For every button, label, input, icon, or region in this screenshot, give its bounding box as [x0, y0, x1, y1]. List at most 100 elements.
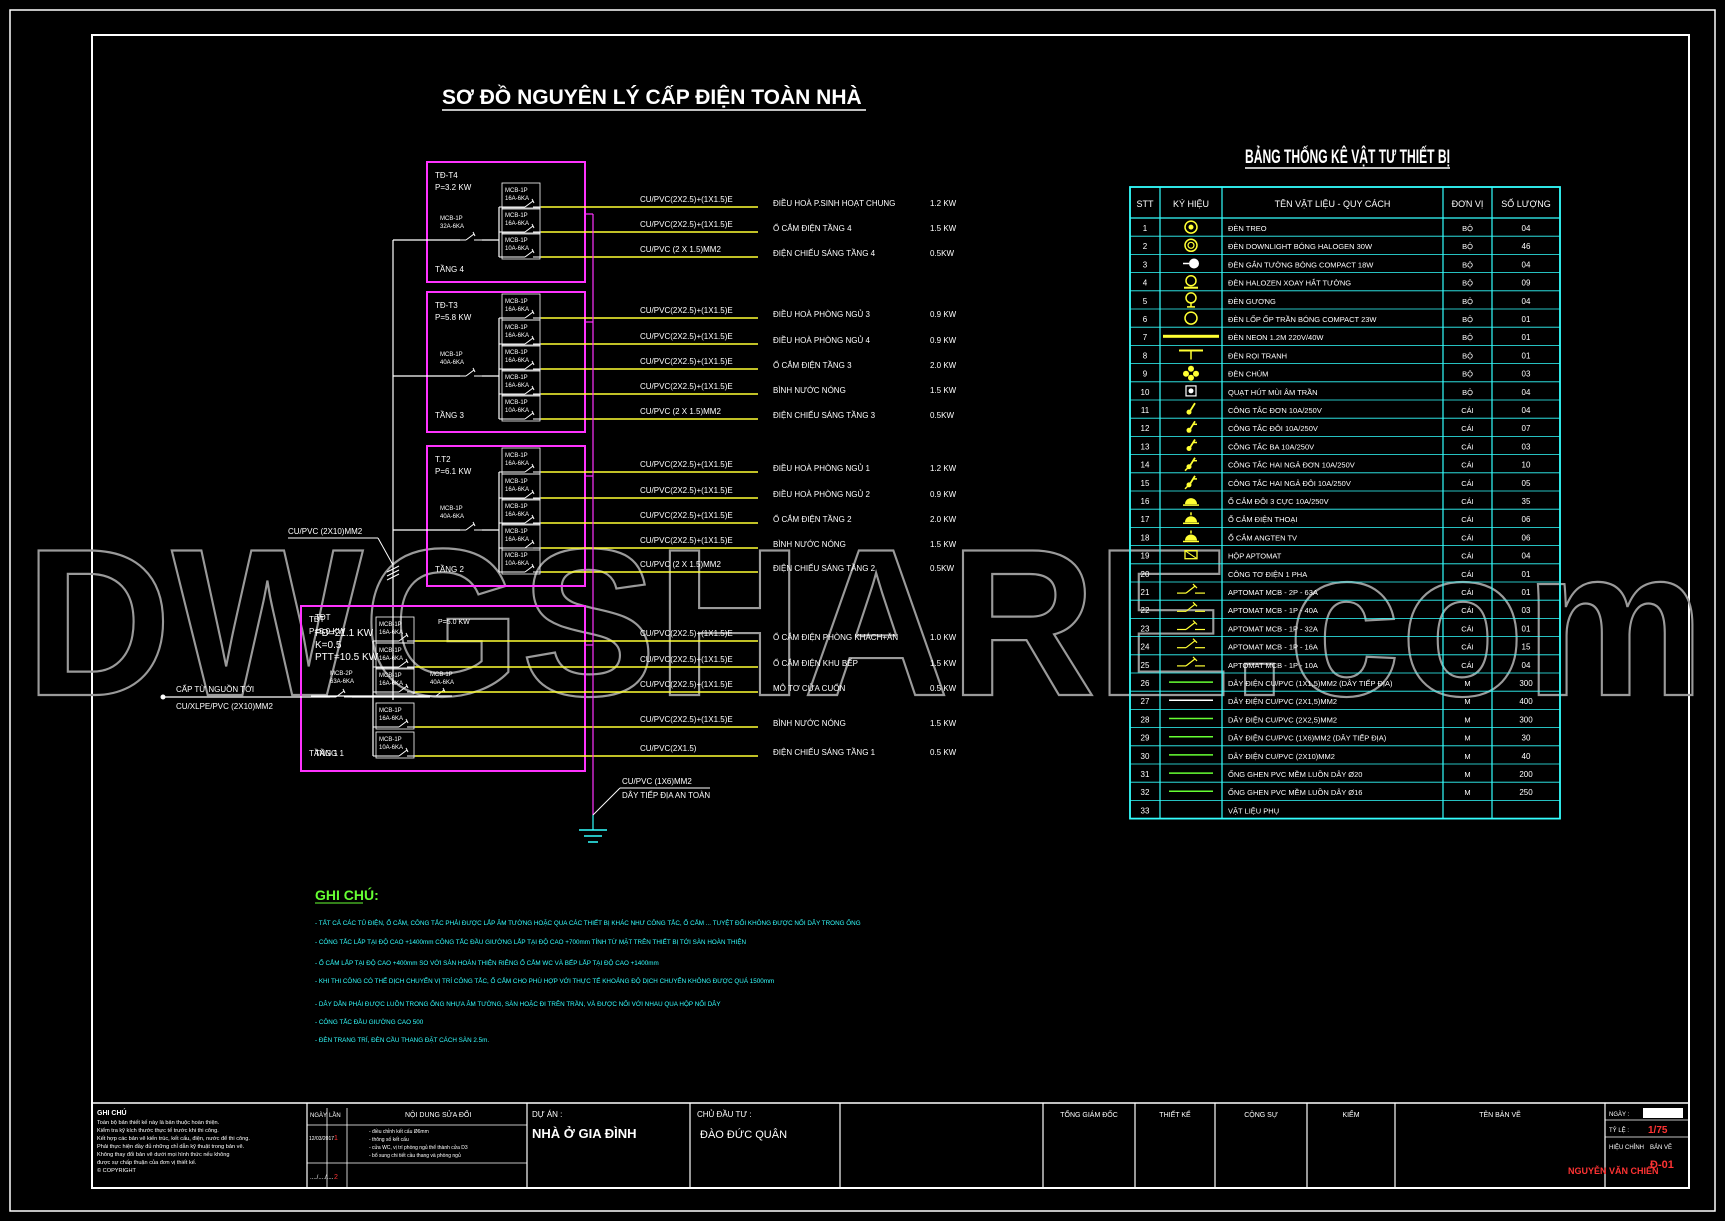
exhaust-fan-icon	[1185, 385, 1197, 397]
mcb-type: MCB-1P	[505, 529, 528, 535]
circuit-power: 1.5 KW	[930, 659, 957, 668]
icon-part	[1189, 475, 1196, 485]
circuit-load: BÌNH NƯỚC NÓNG	[773, 386, 846, 395]
mcb-type: MCB-1P	[505, 553, 528, 559]
mcb-type: MCB-1P	[505, 375, 528, 381]
bom-name: ĐÈN GƯƠNG	[1228, 297, 1276, 306]
tb-note-title: GHI CHÚ	[97, 1108, 127, 1117]
bom-unit: BỘ	[1462, 315, 1473, 324]
bom-qty: 03	[1522, 606, 1531, 615]
main-mcb-type: MCB-1P	[440, 352, 463, 358]
bom-stt: 7	[1143, 333, 1148, 342]
icon-part	[1163, 334, 1219, 338]
bom-name: CÔNG TẮC BA 10A/250V	[1228, 442, 1314, 451]
bom-name: DÂY ĐIỆN CU/PVC (1X1,5)MM2 (DÂY TIẾP ĐỊA…	[1228, 678, 1393, 688]
tb-note-line: Kết hợp các bản vẽ kiến trúc, kết cấu, đ…	[97, 1135, 250, 1142]
wall-lamp-icon	[1183, 258, 1199, 269]
bom-qty: 200	[1519, 770, 1533, 779]
bom-name: APTOMAT MCB - 1P - 10A	[1228, 661, 1318, 670]
circuit-power: 1.5 KW	[930, 719, 957, 728]
mirror-lamp-icon	[1185, 292, 1197, 308]
note-item: - CÔNG TẮC ĐẦU GIƯỜNG CAO 500	[315, 1016, 424, 1026]
circuit-load: ĐIỆN CHIẾU SÁNG TẦNG 4	[773, 248, 876, 258]
icon-part	[1189, 258, 1199, 269]
mcb-rating: 10A-6KA	[505, 561, 529, 567]
mcb-type: MCB-1P	[505, 453, 528, 459]
tb-rev-date-header: NGÀY	[310, 1112, 327, 1119]
icon-part	[1189, 439, 1196, 448]
bom-stt: 6	[1143, 315, 1148, 324]
circuit-load: ĐIỀU HOÀ PHÒNG NGỦ 1	[773, 463, 870, 473]
note-item: - DÂY DẪN PHẢI ĐƯỢC LUỒN TRONG ỐNG NHỰA …	[315, 998, 721, 1008]
icon-part	[1188, 224, 1194, 230]
mcb-rating: 16A-6KA	[379, 630, 403, 636]
bom-name: APTOMAT MCB - 2P - 63A	[1228, 588, 1318, 597]
tb-scale-value: 1/75	[1648, 1125, 1668, 1136]
total-mcb-type: MCB-2P	[330, 671, 353, 677]
tb-rev1-no: 1	[334, 1135, 338, 1142]
circuit-load: ĐIỆN CHIẾU SÁNG TẦNG 3	[773, 410, 876, 420]
bom-name: DÂY ĐIỆN CU/PVC (2X2,5)MM2	[1228, 715, 1337, 724]
bom-name: CÔNG TẮC HAI NGẢ ĐƠN 10A/250V	[1228, 461, 1355, 470]
icon-part	[1188, 388, 1194, 394]
circuit-load: Ổ CẮM ĐIỆN TẦNG 3	[773, 360, 852, 370]
circuit-cable: CU/PVC(2X2.5)+(1X1.5)E	[640, 306, 733, 315]
bom-stt: 26	[1141, 679, 1150, 688]
bom-stt: 14	[1141, 461, 1150, 470]
notes-section: GHI CHÚ: - TẤT CẢ CÁC TỦ ĐIỆN, Ổ CẮM, CÔ…	[315, 886, 861, 1044]
mcb-type: MCB-1P	[379, 673, 402, 679]
bom-unit: CÁI	[1461, 606, 1474, 615]
electrical-schematic-drawing: DWGSHARE.com SƠ ĐỒ NGUYÊN LÝ CẤP ĐIỆN TO…	[9, 9, 1716, 1212]
mcb-type: MCB-1P	[505, 400, 528, 406]
tb-rev-content-header: NỘI DUNG SỬA ĐỔI	[405, 1110, 471, 1119]
main-mcb-type: MCB-1P	[440, 216, 463, 222]
bom-unit: CÁI	[1461, 461, 1474, 470]
bom-unit: M	[1464, 697, 1470, 706]
bom-qty: 10	[1522, 461, 1531, 470]
tb-rev-no-header: LẦN	[329, 1112, 341, 1119]
circuit-power: 1.2 KW	[930, 464, 957, 473]
mcb-rating: 16A-6KA	[505, 358, 529, 364]
source-label: CẤP TỪ NGUỒN TỚI	[176, 684, 254, 694]
bom-unit: BỘ	[1462, 279, 1473, 288]
circuit-power: 0.5KW	[930, 249, 954, 258]
bom-qty: 07	[1522, 424, 1531, 433]
icon-part	[1185, 498, 1197, 505]
bom-unit: CÁI	[1461, 442, 1474, 451]
tb-note-line: Phải thực hiện đầy đủ những chỉ dẫn kỹ t…	[97, 1143, 245, 1150]
bom-stt: 8	[1143, 351, 1148, 360]
bom-stt: 9	[1143, 370, 1148, 379]
circuit-cable: CU/PVC(2X2.5)+(1X1.5)E	[640, 511, 733, 520]
bom-stt: 11	[1141, 406, 1150, 415]
icon-part	[1184, 485, 1189, 490]
bom-unit: CÁI	[1461, 406, 1474, 415]
icon-part	[1185, 274, 1197, 287]
mcb-rating: 16A-6KA	[505, 512, 529, 518]
bom-unit: CÁI	[1461, 515, 1474, 524]
tb-sign-assist: CỘNG SỰ	[1244, 1110, 1278, 1119]
tb-rev2-no: 2	[334, 1174, 338, 1181]
bom-qty: 300	[1519, 715, 1533, 724]
bom-name: Ổ CẮM ANGTEN TV	[1228, 533, 1297, 542]
bom-unit: M	[1464, 788, 1470, 797]
bom-stt: 22	[1141, 606, 1150, 615]
circuit-load: ĐIỀU HOÀ PHÒNG NGỦ 3	[773, 309, 870, 319]
main-mcb-rating: 40A-6KA	[440, 514, 464, 520]
bom-qty: 40	[1522, 752, 1531, 761]
bom-name: ĐÈN NEON 1.2M 220V/40W	[1228, 333, 1324, 342]
note-item: - Ổ CẮM LẮP TẠI ĐỘ CAO +400mm SO VỚI SÀN…	[315, 957, 659, 967]
bom-qty: 15	[1522, 643, 1531, 652]
bom-name: VẬT LIỆU PHỤ	[1228, 806, 1279, 815]
mcb-type: MCB-1P	[379, 737, 402, 743]
bom-stt: 24	[1141, 643, 1150, 652]
bom-stt: 3	[1143, 260, 1148, 269]
circuit-power: 1.0 KW	[930, 633, 957, 642]
bom-stt: 25	[1141, 661, 1150, 670]
circuit-power: 1.5 KW	[930, 224, 957, 233]
bom-unit: BỘ	[1462, 351, 1473, 360]
circuit-load: Ổ CẮM ĐIỆN TẦNG 2	[773, 514, 852, 524]
tb-drawing-name-label: TÊN BẢN VẼ	[1479, 1110, 1521, 1119]
panel-name: TĐ-T4	[435, 171, 458, 180]
circuit-cable: CU/PVC(2X2.5)+(1X1.5)E	[640, 680, 733, 689]
ground-label: DÂY TIẾP ĐỊA AN TOÀN	[622, 790, 710, 800]
